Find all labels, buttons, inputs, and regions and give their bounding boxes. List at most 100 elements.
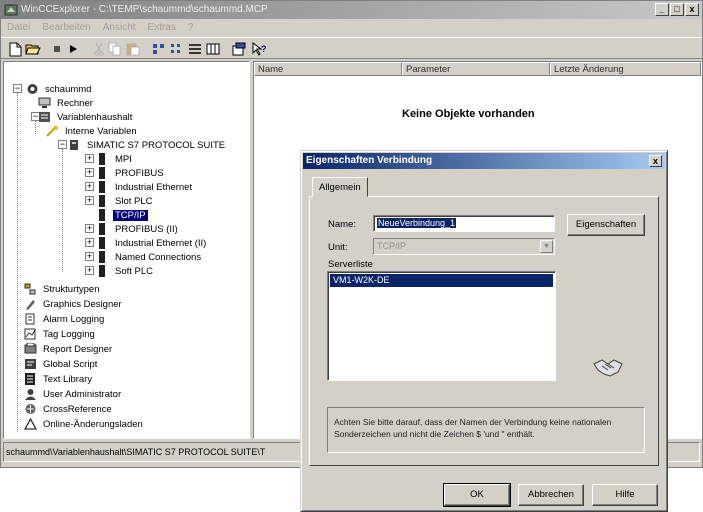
dialog-close-button[interactable]: x bbox=[649, 155, 662, 167]
expand-slot[interactable]: + bbox=[85, 196, 94, 205]
expand-named[interactable]: + bbox=[85, 252, 94, 261]
online-change-icon bbox=[24, 418, 37, 430]
tree-item-mpi[interactable]: MPI bbox=[96, 152, 134, 166]
channel-icon bbox=[99, 153, 105, 165]
tree-item-report-designer[interactable]: Report Designer bbox=[24, 342, 114, 356]
unit-select[interactable]: TCP/IP ▼ bbox=[373, 238, 555, 255]
maximize-button[interactable]: □ bbox=[670, 3, 684, 16]
close-button[interactable]: x bbox=[685, 3, 699, 16]
column-header-last-change[interactable]: Letzte Änderung bbox=[550, 62, 701, 76]
empty-list-message: Keine Objekte vorhanden bbox=[402, 108, 535, 120]
tree-item-profibus-ii[interactable]: PROFIBUS (II) bbox=[96, 222, 180, 236]
channel-icon bbox=[99, 167, 105, 179]
tree-item-soft-plc[interactable]: Soft PLC bbox=[96, 264, 155, 278]
tree-item-industrial-ethernet-ii[interactable]: Industrial Ethernet (II) bbox=[96, 236, 208, 250]
title-bar[interactable]: WinCCExplorer - C:\TEMP\schaummd\schaumm… bbox=[1, 1, 702, 19]
channel-icon bbox=[99, 265, 105, 277]
expand-ie2[interactable]: + bbox=[85, 238, 94, 247]
expand-profibus2[interactable]: + bbox=[85, 224, 94, 233]
menu-help[interactable]: ? bbox=[182, 20, 200, 36]
tree-item-industrial-ethernet[interactable]: Industrial Ethernet bbox=[96, 180, 194, 194]
channel-icon bbox=[99, 223, 105, 235]
menu-datei[interactable]: Datei bbox=[1, 20, 36, 36]
open-icon[interactable] bbox=[25, 41, 41, 57]
tree-item-tcpip[interactable]: TCP/IP bbox=[96, 208, 148, 222]
connection-properties-dialog: Eigenschaften Verbindung x Allgemein Nam… bbox=[300, 150, 668, 512]
server-list-label: Serverliste bbox=[328, 259, 373, 270]
large-icons-icon[interactable] bbox=[151, 41, 167, 57]
copy-icon[interactable] bbox=[107, 41, 123, 57]
properties-button[interactable]: Eigenschaften bbox=[567, 214, 645, 236]
column-header-parameter[interactable]: Parameter bbox=[402, 62, 550, 76]
tree-label: Tag Logging bbox=[43, 328, 95, 340]
alarm-logging-icon bbox=[25, 313, 35, 325]
global-script-icon bbox=[25, 359, 36, 369]
new-icon[interactable] bbox=[7, 41, 23, 57]
server-list[interactable]: VM1-W2K-DE bbox=[327, 271, 556, 381]
tree-item-crossreference[interactable]: CrossReference bbox=[24, 402, 114, 416]
project-tree[interactable]: − − − + + + + + + + + schaummd Rechner V… bbox=[3, 61, 250, 439]
properties-icon[interactable] bbox=[231, 41, 247, 57]
tree-item-variablenhaushalt[interactable]: Variablenhaushalt bbox=[38, 110, 134, 124]
app-icon bbox=[4, 4, 18, 16]
tree-label: Graphics Designer bbox=[43, 298, 122, 310]
tree-item-root[interactable]: schaummd bbox=[26, 82, 93, 96]
tree-item-user-administrator[interactable]: User Administrator bbox=[24, 387, 123, 401]
chevron-down-icon[interactable]: ▼ bbox=[540, 240, 553, 253]
tree-item-online-aenderungsladen[interactable]: Online-Änderungsladen bbox=[24, 417, 145, 431]
naming-hint-box: Achten Sie bitte darauf, dass der Namen … bbox=[327, 407, 645, 453]
expand-ie[interactable]: + bbox=[85, 182, 94, 191]
name-label: Name: bbox=[328, 219, 356, 230]
tree-item-global-script[interactable]: Global Script bbox=[24, 357, 99, 371]
list-icon[interactable] bbox=[187, 41, 203, 57]
paste-icon[interactable] bbox=[125, 41, 141, 57]
tree-item-profibus[interactable]: PROFIBUS bbox=[96, 166, 166, 180]
tree-item-text-library[interactable]: Text Library bbox=[24, 372, 94, 386]
tree-item-strukturtypen[interactable]: Strukturtypen bbox=[24, 282, 102, 296]
menu-extras[interactable]: Extras bbox=[142, 20, 182, 36]
run-icon[interactable] bbox=[65, 41, 81, 57]
tree-label: Industrial Ethernet bbox=[115, 181, 193, 193]
tree-item-slot-plc[interactable]: Slot PLC bbox=[96, 194, 155, 208]
expand-softplc[interactable]: + bbox=[85, 266, 94, 275]
tree-label: Strukturtypen bbox=[43, 283, 100, 295]
toolbar: ? bbox=[1, 37, 702, 59]
tree-item-rechner[interactable]: Rechner bbox=[38, 96, 95, 110]
expand-driver[interactable]: − bbox=[58, 140, 67, 149]
channel-icon bbox=[99, 181, 105, 193]
tree-item-interne-variablen[interactable]: Interne Variablen bbox=[46, 124, 139, 138]
ok-button[interactable]: OK bbox=[443, 483, 511, 507]
dialog-title: Eigenschaften Verbindung bbox=[306, 155, 433, 166]
structure-icon bbox=[24, 283, 36, 295]
tree-item-s7-protocol-suite[interactable]: SIMATIC S7 PROTOCOL SUITE bbox=[68, 138, 227, 152]
dialog-title-bar[interactable]: Eigenschaften Verbindung x bbox=[303, 153, 665, 169]
minimize-button[interactable]: _ bbox=[655, 3, 669, 16]
help-icon[interactable]: ? bbox=[251, 41, 267, 57]
computer-icon bbox=[38, 97, 51, 108]
cancel-button[interactable]: Abbrechen bbox=[518, 484, 584, 506]
server-list-item[interactable]: VM1-W2K-DE bbox=[330, 274, 553, 287]
tree-item-graphics-designer[interactable]: Graphics Designer bbox=[24, 297, 124, 311]
expand-mpi[interactable]: + bbox=[85, 154, 94, 163]
tab-allgemein[interactable]: Allgemein bbox=[312, 177, 368, 197]
expand-root[interactable]: − bbox=[13, 84, 22, 93]
small-icons-icon[interactable] bbox=[169, 41, 185, 57]
tree-item-named-connections[interactable]: Named Connections bbox=[96, 250, 203, 264]
details-icon[interactable] bbox=[205, 41, 221, 57]
window-title: WinCCExplorer - C:\TEMP\schaummd\schaumm… bbox=[21, 4, 268, 15]
tree-label: User Administrator bbox=[43, 388, 122, 400]
tree-item-alarm-logging[interactable]: Alarm Logging bbox=[24, 312, 106, 326]
project-icon bbox=[27, 84, 38, 94]
connection-name-field[interactable]: NeueVerbindung_1 bbox=[373, 215, 555, 232]
menu-ansicht[interactable]: Ansicht bbox=[97, 20, 142, 36]
menu-bearbeiten[interactable]: Bearbeiten bbox=[36, 20, 96, 36]
help-button[interactable]: Hilfe bbox=[592, 484, 658, 506]
stop-icon[interactable] bbox=[49, 41, 65, 57]
tree-item-tag-logging[interactable]: Tag Logging bbox=[24, 327, 97, 341]
tree-label: MPI bbox=[115, 153, 132, 165]
expand-profibus[interactable]: + bbox=[85, 168, 94, 177]
user-admin-icon bbox=[25, 389, 36, 400]
tree-label: TCP/IP bbox=[113, 209, 148, 221]
column-header-name[interactable]: Name bbox=[254, 62, 402, 76]
cut-icon[interactable] bbox=[91, 41, 107, 57]
